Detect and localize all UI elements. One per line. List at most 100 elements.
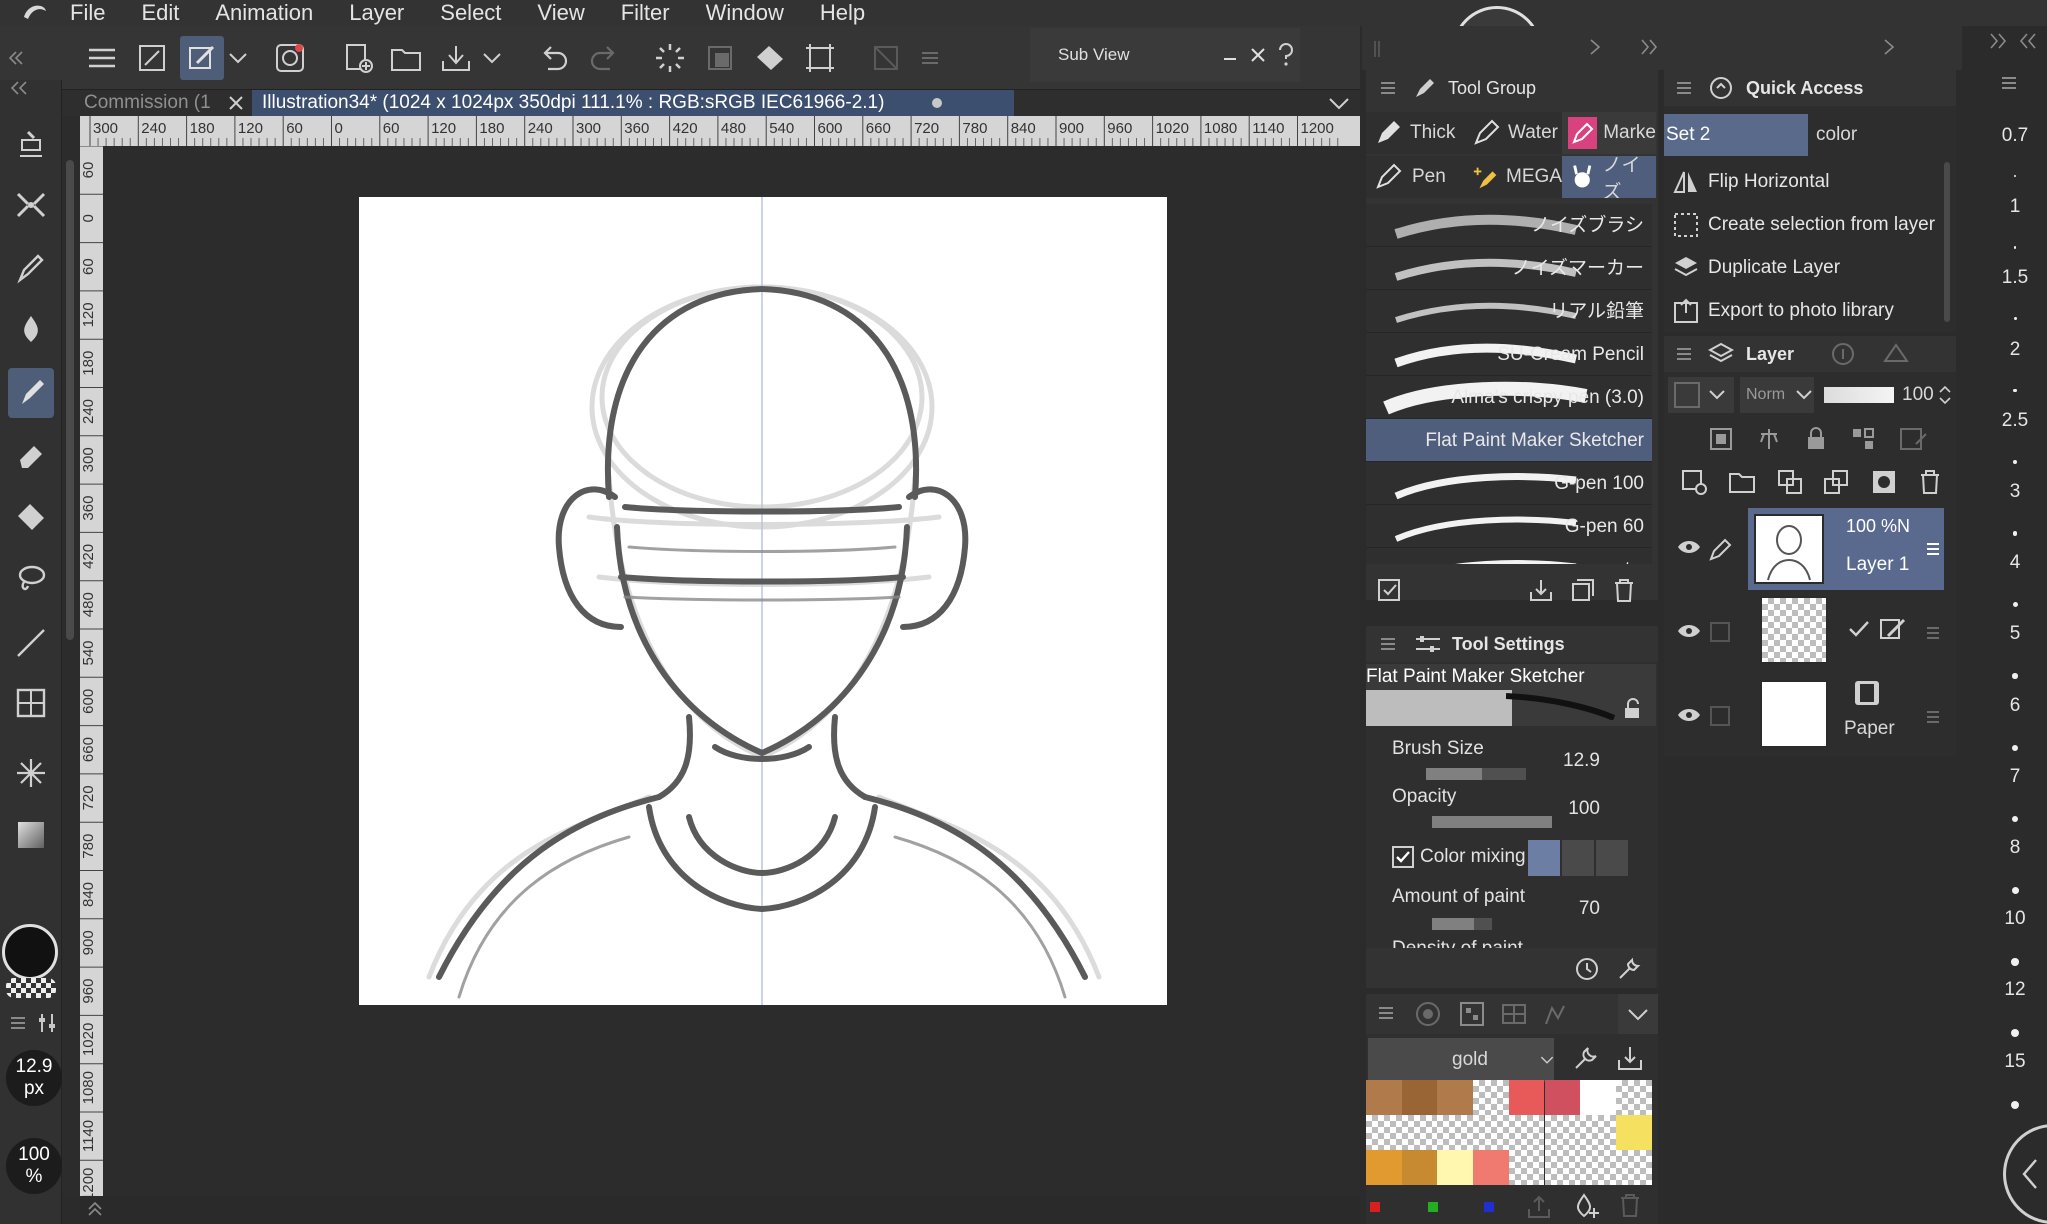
drawing-canvas[interactable]: [359, 197, 1167, 1005]
pen-edit-icon[interactable]: [1708, 538, 1732, 562]
lock-icon[interactable]: [1622, 698, 1644, 720]
brush-size-preset[interactable]: 4: [1983, 552, 2047, 574]
duplicate-brush-icon[interactable]: [1570, 577, 1596, 603]
color-swatch[interactable]: [1615, 1080, 1652, 1115]
mask-layer-icon[interactable]: [1898, 426, 1928, 452]
qa-flip-horizontal[interactable]: Flip Horizontal: [1664, 160, 1954, 203]
color-swatch[interactable]: [1580, 1080, 1616, 1115]
color-swatch[interactable]: [1473, 1150, 1509, 1185]
lasso-icon[interactable]: [8, 554, 54, 604]
color-swatch[interactable]: [1544, 1080, 1581, 1115]
settings-sliders-icon[interactable]: [36, 1012, 58, 1034]
tool-tab-noise[interactable]: ノイズ: [1562, 156, 1656, 198]
layer-drag-handle-icon[interactable]: [1926, 710, 1940, 724]
line-icon[interactable]: [8, 618, 54, 668]
opacity-setting[interactable]: Opacity 100: [1366, 786, 1652, 830]
brush-size-preset[interactable]: 2: [1983, 339, 2047, 361]
layer-row-layer1[interactable]: 100 %N Layer 1: [1664, 508, 1956, 590]
layer-row-paper[interactable]: Paper: [1664, 674, 1956, 756]
menu-layer[interactable]: Layer: [349, 0, 404, 26]
pen-icon[interactable]: [8, 242, 54, 292]
brush-size-preset[interactable]: 6: [1983, 695, 2047, 717]
brush-size-preset[interactable]: 1.5: [1983, 267, 2047, 289]
brush-item-flat-paint-maker-sketcher[interactable]: Flat Paint Maker Sketcher: [1366, 419, 1652, 462]
double-chevron-left-icon[interactable]: [2019, 32, 2037, 50]
color-wheel-tab-icon[interactable]: [1414, 1000, 1442, 1028]
move-icon[interactable]: [8, 180, 54, 230]
qa-export-to-photo-library[interactable]: Export to photo library: [1664, 289, 1954, 332]
brush-size-preset[interactable]: 5: [1983, 623, 2047, 645]
color-swatch[interactable]: [1580, 1115, 1616, 1150]
loading-icon[interactable]: [648, 36, 692, 80]
layer-name[interactable]: Paper: [1844, 718, 1895, 740]
vertical-scrollbar[interactable]: [66, 160, 74, 640]
green-channel-icon[interactable]: [1428, 1202, 1438, 1212]
tab-commission[interactable]: Commission (1: [74, 90, 224, 116]
menu-animation[interactable]: Animation: [215, 0, 313, 26]
color-mixing-setting[interactable]: Color mixing: [1366, 838, 1652, 878]
help-icon[interactable]: [1272, 42, 1300, 68]
eye-icon[interactable]: [1676, 538, 1702, 556]
blend-mode-dropdown[interactable]: Norm: [1740, 377, 1814, 413]
color-swatch[interactable]: [1615, 1150, 1652, 1185]
delete-brush-icon[interactable]: [1612, 577, 1636, 603]
quick-access-set-selector[interactable]: Set 2: [1664, 114, 1808, 156]
lock-layer-icon[interactable]: [1804, 426, 1828, 452]
sparkle-icon[interactable]: [8, 748, 54, 798]
new-canvas-icon[interactable]: [336, 36, 380, 80]
color-swatch[interactable]: [1401, 1115, 1438, 1150]
quick-access-set-tab-color[interactable]: color: [1808, 114, 1954, 156]
color-swatch[interactable]: [1544, 1115, 1581, 1150]
layer-color-dropdown[interactable]: [1668, 377, 1734, 413]
menu-select[interactable]: Select: [440, 0, 501, 26]
tool-tab-thick[interactable]: Thick: [1366, 112, 1466, 154]
layer-name[interactable]: Layer 1: [1846, 554, 1909, 576]
setting-value[interactable]: 12.9: [1563, 750, 1600, 772]
double-chevron-icon[interactable]: [1989, 32, 2007, 50]
tool-tab-water[interactable]: Water: [1466, 112, 1562, 154]
reference-layer-icon[interactable]: [1756, 426, 1782, 452]
tool-tab-mega[interactable]: MEGA: [1466, 156, 1562, 198]
blue-channel-icon[interactable]: [1484, 1202, 1494, 1212]
tab-close-icon[interactable]: [227, 94, 245, 112]
mix-mode-3-icon[interactable]: [1596, 840, 1628, 876]
mix-mode-2-icon[interactable]: [1562, 840, 1594, 876]
import-color-icon[interactable]: [1616, 1044, 1644, 1072]
layer-opacity-slider[interactable]: [1824, 387, 1894, 403]
drag-handle-icon[interactable]: [918, 36, 942, 80]
color-swatch[interactable]: [1580, 1150, 1616, 1185]
brush-item-g-pen-100[interactable]: G-pen 100: [1366, 462, 1652, 505]
layer-mask-icon[interactable]: [1870, 468, 1898, 496]
color-swatch[interactable]: [1508, 1150, 1545, 1185]
panel-menu-icon[interactable]: [1380, 637, 1396, 651]
color-swatch[interactable]: [1508, 1115, 1545, 1150]
undo-icon[interactable]: [532, 36, 576, 80]
color-swatch[interactable]: [1437, 1115, 1474, 1150]
combine-layers-icon[interactable]: [1822, 468, 1850, 496]
color-swatch[interactable]: [1366, 1080, 1402, 1115]
eyedropper-icon[interactable]: [1572, 1044, 1600, 1072]
color-swatch[interactable]: [1366, 1115, 1402, 1150]
brush-size-preset[interactable]: 15: [1983, 1051, 2047, 1073]
panel-menu-icon[interactable]: [1676, 347, 1692, 361]
expand-chevron-icon[interactable]: [1618, 994, 1658, 1034]
color-set-tab-icon[interactable]: [1458, 1000, 1486, 1028]
menu-window[interactable]: Window: [706, 0, 784, 26]
color-swatch[interactable]: [1615, 1115, 1652, 1150]
delete-layer-icon[interactable]: [1918, 468, 1942, 496]
opacity-slider[interactable]: [1432, 816, 1552, 828]
setting-value[interactable]: 100: [1568, 798, 1600, 820]
clear-icon[interactable]: [698, 36, 742, 80]
brush-item-noise-brush[interactable]: ノイズブラシ: [1366, 204, 1652, 247]
panel-menu-icon[interactable]: [2001, 76, 2017, 90]
save-options-chevron-icon[interactable]: [480, 36, 504, 80]
brush-size-preset[interactable]: 0.7: [1983, 125, 2047, 147]
panel-double-expand-icon[interactable]: [1640, 38, 1658, 56]
brush-size-preset[interactable]: 1: [1983, 196, 2047, 218]
brush-size-preset[interactable]: 8: [1983, 837, 2047, 859]
ink-drop-icon[interactable]: [8, 304, 54, 354]
disabled-icon[interactable]: [864, 36, 908, 80]
brush-size-setting[interactable]: Brush Size 12.9: [1366, 738, 1652, 782]
layer-opacity-value[interactable]: 100: [1902, 384, 1934, 406]
save-icon[interactable]: [434, 36, 478, 80]
